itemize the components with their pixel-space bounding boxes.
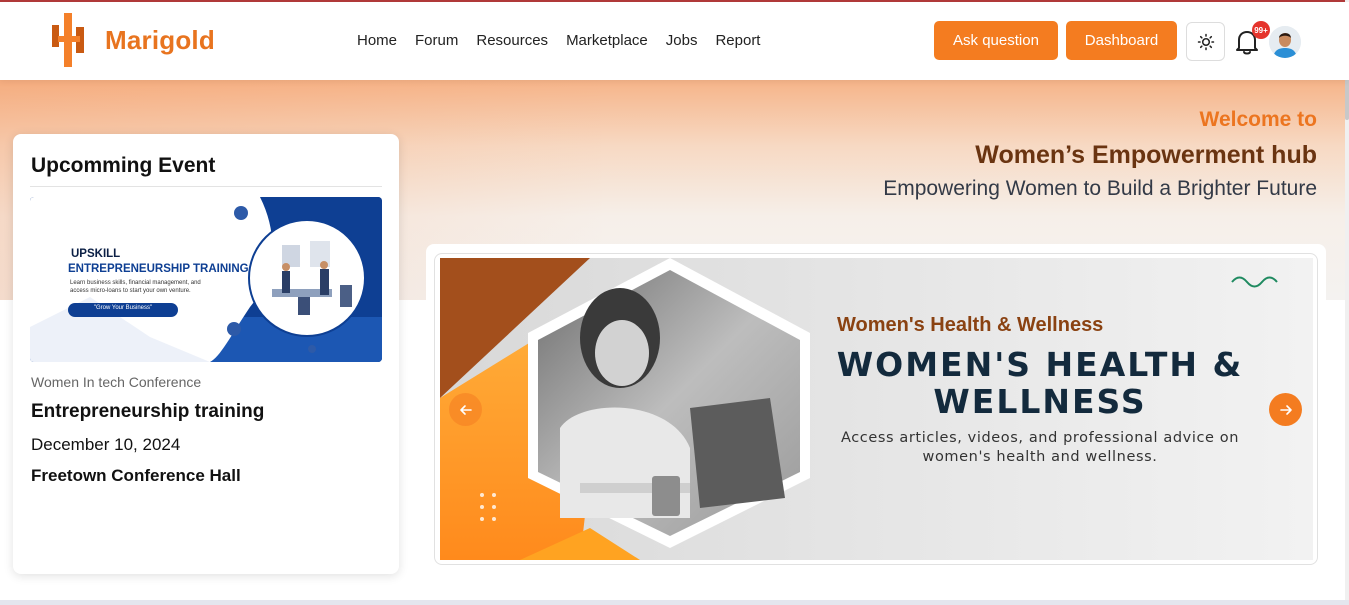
sun-icon	[1197, 33, 1214, 50]
brand-name: Marigold	[105, 24, 215, 55]
banner-line-desc-2: access micro-loans to start your own ven…	[70, 288, 191, 294]
banner-line-upskill: UPSKILL	[71, 248, 121, 260]
hero-carousel: Women's Health & Wellness WOMEN'S HEALTH…	[434, 253, 1318, 565]
brand-logo[interactable]: Marigold	[50, 13, 215, 67]
dashboard-button[interactable]: Dashboard	[1066, 21, 1177, 60]
section-divider	[0, 600, 1349, 605]
divider	[30, 186, 382, 187]
hero-title: Women’s Empowerment hub	[975, 141, 1317, 169]
nav-item-report[interactable]: Report	[715, 32, 760, 49]
carousel-prev-button[interactable]	[449, 393, 482, 426]
slide-description: Access articles, videos, and professiona…	[840, 430, 1240, 465]
ask-question-button[interactable]: Ask question	[934, 21, 1058, 60]
nav-item-jobs[interactable]: Jobs	[666, 32, 698, 49]
event-name[interactable]: Entrepreneurship training	[31, 401, 264, 423]
event-date: December 10, 2024	[31, 435, 181, 454]
hero-subtitle: Empowering Women to Build a Brighter Fut…	[883, 177, 1317, 200]
event-banner-image[interactable]: UPSKILL ENTREPRENEURSHIP TRAINING Learn …	[30, 197, 382, 362]
notification-badge: 99+	[1252, 21, 1270, 39]
carousel-slide[interactable]: Women's Health & Wellness WOMEN'S HEALTH…	[440, 258, 1313, 560]
hero-heading: Welcome to Women’s Empowerment hub Empow…	[883, 108, 1317, 201]
theme-toggle-button[interactable]	[1186, 22, 1225, 61]
banner-line-desc-1: Learn business skills, financial managem…	[70, 280, 201, 286]
nav-item-marketplace[interactable]: Marketplace	[566, 32, 648, 49]
nav-item-resources[interactable]: Resources	[476, 32, 548, 49]
site-header: Marigold Home Forum Resources Marketplac…	[0, 2, 1349, 80]
hero-welcome: Welcome to	[1199, 108, 1317, 131]
event-location: Freetown Conference Hall	[31, 466, 241, 485]
carousel-next-button[interactable]	[1269, 393, 1302, 426]
upcoming-event-card: Upcomming Event UPSKILL ENTREPRENEURSHIP…	[13, 134, 399, 574]
arrow-right-icon	[1279, 404, 1292, 415]
main-nav: Home Forum Resources Marketplace Jobs Re…	[357, 32, 760, 49]
banner-line-training: ENTREPRENEURSHIP TRAINING	[68, 263, 249, 275]
event-category: Women In tech Conference	[31, 374, 202, 390]
arrow-left-icon	[459, 404, 472, 415]
nav-item-forum[interactable]: Forum	[415, 32, 458, 49]
hero-carousel-container: Women's Health & Wellness WOMEN'S HEALTH…	[426, 244, 1326, 574]
avatar-image	[1269, 26, 1301, 58]
nav-item-home[interactable]: Home	[357, 32, 397, 49]
slide-heading: WOMEN'S HEALTH & WELLNESS	[836, 345, 1244, 421]
marigold-logo-icon	[50, 13, 88, 67]
event-card-title: Upcomming Event	[31, 154, 216, 177]
page-scrollbar[interactable]	[1345, 0, 1349, 600]
slide-kicker: Women's Health & Wellness	[837, 314, 1104, 336]
user-avatar[interactable]	[1269, 26, 1301, 58]
banner-cta: "Grow Your Business"	[93, 305, 153, 311]
